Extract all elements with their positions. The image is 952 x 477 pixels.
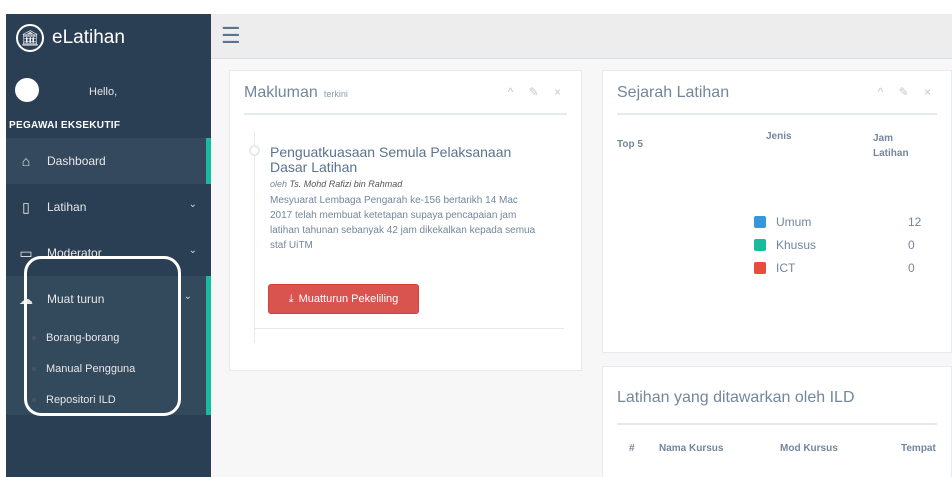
- panel-title-text: Makluman: [244, 84, 318, 101]
- main-content: ☰ Makluman terkini ^ ✎ × Penguatkuasaan S…: [211, 14, 952, 477]
- home-icon: ⌂: [21, 153, 31, 169]
- column-header-location: Tempat: [901, 443, 936, 454]
- top5-label: Top 5: [617, 139, 643, 150]
- chevron-down-icon: ⌄: [183, 291, 192, 302]
- history-row-umum: Umum: [754, 213, 811, 231]
- column-header-course-mode: Mod Kursus: [780, 443, 838, 454]
- top-strip: [0, 0, 952, 14]
- panel-header: Sejarah Latihan ^ ✎ ×: [617, 71, 937, 115]
- column-header-course-name: Nama Kursus: [659, 443, 724, 454]
- university-icon: 🏛: [16, 23, 44, 52]
- legend-swatch: [754, 239, 766, 251]
- sidebar-item-dashboard[interactable]: ⌂ Dashboard: [6, 138, 211, 184]
- history-label: Umum: [776, 215, 812, 229]
- history-row-khusus: Khusus: [754, 236, 816, 254]
- menu-toggle-icon[interactable]: ☰: [221, 23, 241, 49]
- app-frame: 🏛 eLatihan Hello, PEGAWAI EKSEKUTIF ⌂ Da…: [6, 14, 952, 477]
- history-value: 0: [908, 261, 915, 275]
- sidebar-item-latihan[interactable]: ▯ Latihan ⌄: [6, 184, 211, 230]
- announcements-panel: Makluman terkini ^ ✎ × Penguatkuasaan Sem…: [229, 70, 582, 371]
- brand[interactable]: 🏛 eLatihan: [6, 14, 211, 61]
- panel-header: Latihan yang ditawarkan oleh ILD: [617, 367, 937, 425]
- panel-title: Sejarah Latihan: [617, 84, 730, 101]
- announcement-title[interactable]: Penguatkuasaan Semula Pelaksanaan Dasar …: [270, 145, 550, 175]
- sidebar-item-label: Dashboard: [47, 154, 106, 168]
- panel-tools[interactable]: ^ ✎ ×: [508, 85, 567, 99]
- offered-training-panel: Latihan yang ditawarkan oleh ILD # Nama …: [602, 366, 952, 477]
- profile: Hello, PEGAWAI EKSEKUTIF: [6, 61, 211, 143]
- button-label: Muatturun Pekeliling: [298, 293, 399, 305]
- column-header-hours: Jam Latihan: [873, 133, 909, 159]
- sidebar-item-label: Latihan: [47, 200, 87, 214]
- history-value: 12: [908, 215, 922, 229]
- history-label: ICT: [776, 261, 796, 275]
- training-history-panel: Sejarah Latihan ^ ✎ × Top 5 Jenis Jam La…: [602, 70, 952, 353]
- divider: [254, 328, 564, 329]
- column-header-number: #: [629, 443, 635, 454]
- author-name: Ts. Mohd Rafizi bin Rahmad: [289, 179, 403, 189]
- avatar: [15, 78, 39, 102]
- book-icon: ▯: [22, 198, 30, 215]
- sidebar: 🏛 eLatihan Hello, PEGAWAI EKSEKUTIF ⌂ Da…: [6, 14, 211, 477]
- announcement-body: Mesyuarat Lembaga Pengarah ke-156 bertar…: [270, 195, 536, 251]
- author-prefix: oleh: [270, 179, 288, 189]
- panel-title: Latihan yang ditawarkan oleh ILD: [617, 389, 855, 406]
- chevron-down-icon: ⌄: [188, 245, 197, 256]
- history-value: 0: [908, 238, 915, 252]
- legend-swatch: [754, 262, 766, 274]
- panel-tools[interactable]: ^ ✎ ×: [878, 85, 937, 99]
- brand-name: eLatihan: [52, 26, 125, 48]
- history-label: Khusus: [776, 238, 817, 252]
- download-circular-button[interactable]: ⤓ Muatturun Pekeliling: [268, 284, 419, 314]
- history-row-ict: ICT: [754, 259, 795, 277]
- user-role: PEGAWAI EKSEKUTIF: [9, 120, 121, 131]
- top-nav: ☰: [211, 14, 952, 59]
- highlight-outline: [24, 256, 181, 416]
- timeline-line: [254, 131, 255, 343]
- greeting: Hello,: [89, 86, 118, 98]
- announcement-author: oleh Ts. Mohd Rafizi bin Rahmad: [270, 179, 402, 189]
- panel-title: Makluman terkini: [244, 84, 348, 102]
- legend-swatch: [754, 216, 766, 228]
- panel-subtitle: terkini: [323, 89, 348, 99]
- panel-header: Makluman terkini ^ ✎ ×: [244, 71, 567, 115]
- chevron-down-icon: ⌄: [188, 199, 197, 210]
- download-icon: ⤓: [288, 292, 294, 305]
- column-header-type: Jenis: [766, 131, 792, 142]
- timeline-dot: [249, 145, 260, 156]
